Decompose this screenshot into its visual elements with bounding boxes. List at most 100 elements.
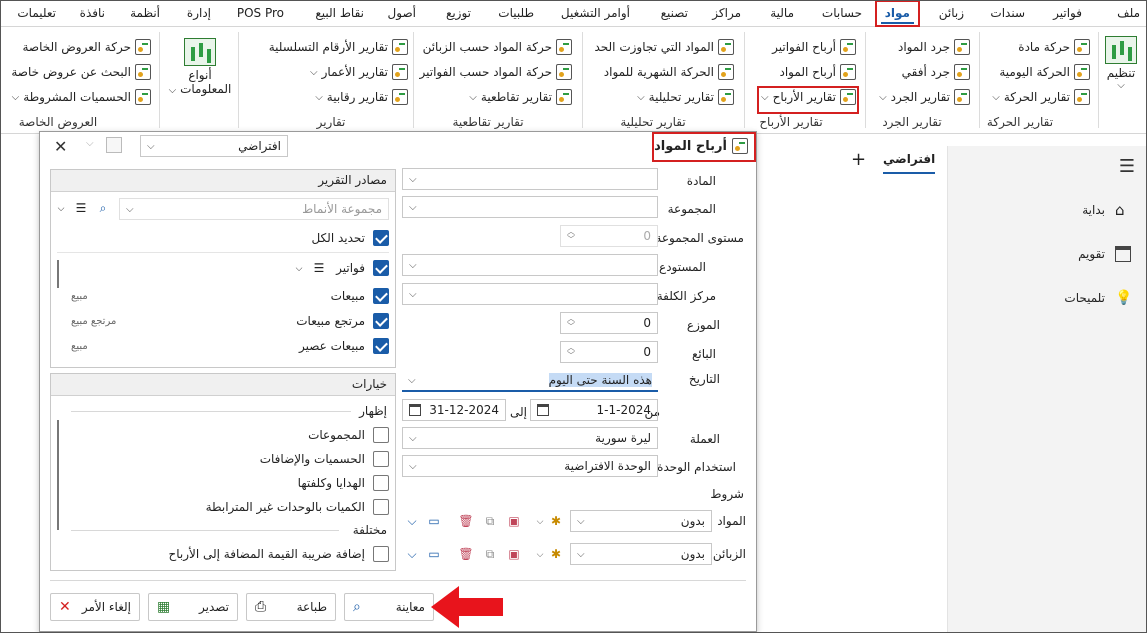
date-period-select[interactable]: هذه السنة حتى اليوم ⌵ [402,370,658,392]
group-level-stepper[interactable]: ︿ ﹀ 0 [560,225,658,247]
unlinked-units-checkbox[interactable] [373,499,389,515]
menu-finance[interactable]: مالية [770,4,794,24]
preview-button[interactable]: ⌕ معاينة [344,593,434,621]
add-tab-icon[interactable]: + [851,149,866,170]
chevron-down-icon[interactable]: ⌵ [86,138,94,149]
cross-item-2[interactable]: حركة المواد حسب الفواتير [419,62,572,82]
delete-icon[interactable]: 🗑 [458,514,474,528]
material-profits-item[interactable]: أرباح المواد [780,62,856,82]
cross-item-1[interactable]: حركة المواد حسب الزبائن [423,37,572,57]
menu-file[interactable]: ملف [1117,4,1140,24]
export-button[interactable]: ▦ تصدير [148,593,238,621]
select-all-checkbox[interactable] [373,230,389,246]
analytic-item-2[interactable]: الحركة الشهرية للمواد [604,62,734,82]
menu-pos-pro[interactable]: POS Pro [237,4,284,24]
close-icon[interactable]: ✕ [54,137,67,156]
cost-center-select[interactable]: ⌵ [402,283,658,305]
menu-work-orders[interactable]: أوامر التشغيل [561,4,630,24]
menu-bills[interactable]: فواتير [1053,4,1082,24]
window-icon[interactable]: ▭ [426,514,442,528]
reports-item-2[interactable]: تقارير الأعمار ⌵ [310,62,408,82]
inventory-item-2[interactable]: جرد أفقي [902,62,970,82]
offers-item-1[interactable]: حركة العروض الخاصة [22,37,151,57]
chevron-down-icon[interactable]: ⌵ [532,548,548,562]
nav-tips[interactable]: 💡 تلميحات [1064,287,1132,309]
inventory-item-1[interactable]: جرد المواد [898,37,970,57]
profits-reports-item[interactable]: تقارير الأرباح ⌵ [761,87,856,107]
menu-administration[interactable]: إدارة [187,4,211,24]
offers-item-3[interactable]: الحسميات المشروطة ⌵ [12,87,151,107]
cross-item-3[interactable]: تقارير تقاطعية ⌵ [469,87,572,107]
save-icon[interactable]: ▣ [506,514,522,528]
cond-materials-select[interactable]: بدون ⌵ [570,510,712,532]
groups-checkbox[interactable] [373,427,389,443]
menu-distribution[interactable]: توزيع [446,4,471,24]
menu-assets[interactable]: أصول [388,4,416,24]
currency-select[interactable]: ليرة سورية ⌵ [402,427,658,449]
distributor-stepper[interactable]: ︿ ﹀ 0 [560,312,658,334]
movement-item-2[interactable]: الحركة اليومية [999,62,1090,82]
material-select[interactable]: ⌵ [402,168,658,190]
chevron-down-icon[interactable]: ⌵ [53,202,69,216]
to-date-field[interactable]: 31-12-2024 [402,399,506,421]
copy-icon[interactable]: ⧉ [482,547,498,561]
discounts-checkbox[interactable] [373,451,389,467]
reports-item-1[interactable]: تقارير الأرقام التسلسلية [269,37,408,57]
new-condition-icon[interactable]: ✱ [548,547,564,561]
tab-default[interactable]: افتراضي [883,152,936,174]
menu-manufacturing[interactable]: تصنيع [661,4,688,24]
menu-help[interactable]: تعليمات [17,4,56,24]
organize-button[interactable]: تنظيم ⌵ [1101,36,1141,91]
delete-icon[interactable]: 🗑 [458,547,474,561]
save-icon[interactable]: ▣ [506,547,522,561]
menu-materials[interactable]: مواد [874,1,920,27]
analytic-item-1[interactable]: المواد التي تجاوزت الحد [594,37,734,57]
menu-customers[interactable]: زبائن [939,4,964,24]
movement-item-1[interactable]: حركة مادة [1018,37,1090,57]
menu-systems[interactable]: أنظمة [130,4,160,24]
analytic-item-3[interactable]: تقارير تحليلية ⌵ [637,87,734,107]
bills-profits-item[interactable]: أرباح الفواتير [772,37,856,57]
menu-vouchers[interactable]: سندات [990,4,1025,24]
menu-orders[interactable]: طلبيات [498,4,534,24]
window-icon[interactable]: ▭ [426,547,442,561]
list-icon[interactable]: ☰ [311,261,327,275]
nav-home[interactable]: ⌂ بداية [1082,199,1131,221]
search-icon[interactable]: ⌕ [95,201,111,215]
chevron-down-icon[interactable]: ⌵ [291,262,307,276]
preset-select[interactable]: افتراضي ⌵ [140,135,288,157]
nav-calendar[interactable]: تقويم [1078,243,1131,265]
unit-use-select[interactable]: الوحدة الافتراضية ⌵ [402,455,658,477]
menu-window[interactable]: نافذة [80,4,105,24]
chevron-down-icon[interactable]: ⌵ [404,547,420,561]
group-select[interactable]: ⌵ [402,196,658,218]
seller-stepper[interactable]: ︿ ﹀ 0 [560,341,658,363]
vat-checkbox[interactable] [373,546,389,562]
chevron-down-icon[interactable]: ⌵ [532,515,548,529]
menu-centers[interactable]: مراكز [712,4,741,24]
hamburger-icon[interactable]: ☰ [1119,156,1135,177]
menu-pos[interactable]: نقاط البيع [315,4,364,24]
info-kinds-button[interactable]: أنواع ⌵ المعلومات [163,38,237,96]
gifts-checkbox[interactable] [373,475,389,491]
print-button[interactable]: ⎙ طباعة [246,593,336,621]
inventory-item-3[interactable]: تقارير الجرد ⌵ [879,87,970,107]
offers-item-2[interactable]: البحث عن عروض خاصة [11,62,151,82]
chevron-down-icon[interactable]: ⌵ [404,514,420,528]
bills-checkbox[interactable] [373,260,389,276]
juice-sales-checkbox[interactable] [373,338,389,354]
new-condition-icon[interactable]: ✱ [548,514,564,528]
menu-accounts[interactable]: حسابات [822,4,862,24]
warehouse-select[interactable]: ⌵ [402,254,658,276]
pattern-group-select[interactable]: مجموعة الأنماط ⌵ [119,198,389,220]
copy-icon[interactable]: ⧉ [482,514,498,528]
sales-return-checkbox[interactable] [373,313,389,329]
cancel-button[interactable]: ✕ إلغاء الأمر [50,593,140,621]
from-date-field[interactable]: 1-1-2024 [530,399,658,421]
layout-icon[interactable] [106,137,122,153]
cond-customers-select[interactable]: بدون ⌵ [570,543,712,565]
list-icon[interactable]: ☰ [73,201,89,215]
reports-item-3[interactable]: تقارير رقابية ⌵ [315,87,408,107]
sales-checkbox[interactable] [373,288,389,304]
movement-item-3[interactable]: تقارير الحركة ⌵ [992,87,1090,107]
